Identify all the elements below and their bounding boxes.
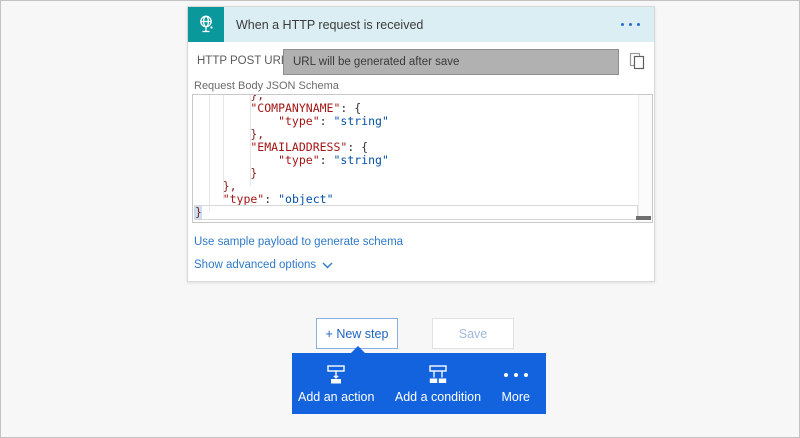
copy-icon	[629, 52, 646, 71]
code-content: }, "COMPANYNAME": { "type": "string" }, …	[193, 94, 637, 219]
add-an-action-label: Add an action	[298, 390, 374, 404]
json-schema-editor[interactable]: }, "COMPANYNAME": { "type": "string" }, …	[192, 94, 653, 223]
add-condition-icon	[427, 364, 449, 386]
show-advanced-options-label: Show advanced options	[194, 259, 316, 271]
editor-scrollbar[interactable]	[638, 95, 652, 222]
add-an-action-item[interactable]: Add an action	[298, 364, 374, 404]
request-body-schema-label: Request Body JSON Schema	[194, 80, 339, 92]
flow-designer-canvas: When a HTTP request is received HTTP POS…	[0, 0, 800, 438]
add-a-condition-item[interactable]: Add a condition	[395, 364, 481, 404]
trigger-card-title: When a HTTP request is received	[224, 18, 621, 32]
code-line: "type": "string"	[195, 154, 637, 167]
show-advanced-options-link[interactable]: Show advanced options	[194, 259, 333, 271]
code-line: }	[195, 167, 637, 180]
copy-url-button[interactable]	[627, 52, 647, 72]
more-label: More	[502, 390, 530, 404]
indent-guide	[209, 95, 210, 212]
indent-guide	[223, 95, 224, 199]
http-post-url-input[interactable]	[283, 49, 619, 75]
new-step-action-menu: Add an action Add a condition More	[292, 353, 546, 414]
indent-guide	[250, 95, 251, 186]
editor-scrollbar-thumb[interactable]	[636, 216, 651, 220]
card-menu-ellipsis-icon[interactable]	[621, 23, 654, 26]
code-line: "type": "object"	[195, 193, 637, 206]
save-button[interactable]: Save	[432, 318, 514, 349]
add-a-condition-label: Add a condition	[395, 390, 481, 404]
more-ellipsis-icon	[504, 364, 528, 386]
http-request-globe-icon	[196, 14, 216, 36]
add-action-icon	[325, 364, 347, 386]
use-sample-payload-link[interactable]: Use sample payload to generate schema	[194, 236, 403, 248]
http-request-trigger-card: When a HTTP request is received HTTP POS…	[187, 6, 655, 282]
chevron-down-icon	[322, 262, 333, 269]
http-post-url-label: HTTP POST URL	[197, 55, 287, 67]
http-connector-icon-box	[188, 7, 224, 42]
new-step-button[interactable]: + New step	[316, 318, 398, 349]
use-sample-payload-label: Use sample payload to generate schema	[194, 236, 403, 248]
more-item[interactable]: More	[502, 364, 530, 404]
code-line: }	[195, 206, 637, 219]
trigger-card-header[interactable]: When a HTTP request is received	[188, 7, 654, 42]
